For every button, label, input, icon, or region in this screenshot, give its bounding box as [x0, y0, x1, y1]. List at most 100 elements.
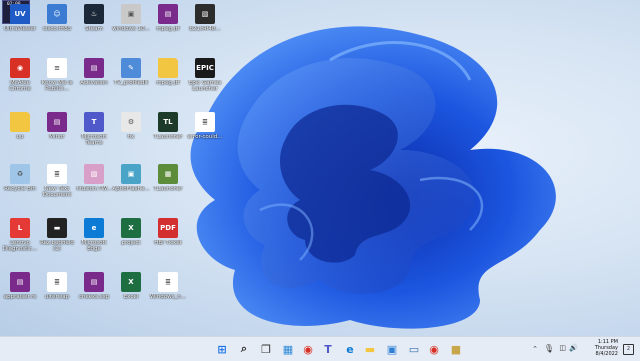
desktop-icon[interactable]: ▤ cheeks.ssp	[74, 272, 114, 300]
taskbar-chrome-button[interactable]: ◉	[300, 341, 316, 357]
desktop-icon[interactable]: ▤ mpeg-jtf	[148, 4, 188, 32]
taskbar-file-explorer-button[interactable]: ▬	[362, 341, 378, 357]
text-file-icon: ≣	[47, 164, 67, 184]
desktop-icon[interactable]: ≣ ulterwap	[37, 272, 77, 300]
desktop-icon[interactable]: ▧ nfusion.TW...	[74, 164, 114, 192]
desktop-icon[interactable]: ≣ Windows_n...	[148, 272, 188, 300]
taskbar-widgets-button[interactable]: ▦	[280, 341, 296, 357]
desktop-icon[interactable]: uu	[0, 112, 40, 140]
winrar-icon: ▤	[84, 58, 104, 78]
desktop-icon[interactable]: ▣ windows 10...	[111, 4, 151, 32]
desktop-icon[interactable]: ◉ McAfee Chrome	[0, 58, 40, 92]
desktop-icon[interactable]: L Lenovo Diagnostic...	[0, 218, 40, 252]
windows-icon: ⊞	[217, 342, 227, 356]
desktop-icon-label: cheeks.ssp	[78, 294, 110, 300]
desktop-icon[interactable]: T Microsoft Teams	[74, 112, 114, 146]
desktop-icon[interactable]: Xproject	[111, 218, 151, 246]
desktop: 02:08 UVUltraViewer☺cisco.fff83♨Steam▣wi…	[0, 0, 640, 336]
desktop-icon[interactable]: ✎ TV_profiledit	[111, 58, 151, 86]
desktop-icon-label: nfusion.TW...	[76, 186, 112, 192]
taskbar-search-button[interactable]: ⌕	[236, 341, 252, 357]
desktop-icon[interactable]: ▣ AptioFlashe...	[111, 164, 151, 192]
desktop-icon[interactable]: ▬ Rez.bedfield (1)	[37, 218, 77, 252]
folder-icon: ▬	[364, 342, 376, 356]
folder-icon	[158, 58, 178, 78]
desktop-icon-label: cisco.fff83	[42, 26, 72, 32]
desktop-icon[interactable]: ☺ cisco.fff83	[37, 4, 77, 32]
recycle-bin-icon: ♻	[10, 164, 30, 184]
winrar-icon: ▤	[10, 272, 30, 292]
desktop-icon-label: TLauncher	[153, 186, 183, 192]
desktop-icon-label: mpeg-jtf	[156, 26, 180, 32]
desktop-icon[interactable]: UV UltraViewer	[0, 4, 40, 32]
volume-icon[interactable]: 🔊	[569, 344, 578, 352]
desktop-icon-label: Microsoft Teams	[81, 134, 107, 146]
desktop-icon[interactable]: PDF HBI Ticket	[148, 218, 188, 246]
desktop-icon-label: fix	[127, 134, 135, 140]
desktop-icon[interactable]: EPIC Epic Games Launcher	[185, 58, 225, 92]
excel-icon: X	[121, 218, 141, 238]
desktop-icon-label: ulterwap	[44, 294, 70, 300]
desktop-icon-label: appraiser.rs	[3, 294, 37, 300]
tlauncher-icon: TL	[158, 112, 178, 132]
desktop-icon[interactable]: ≡ Know Me is PubliCi...	[37, 58, 77, 92]
taskbar-monitor-button[interactable]: ▭	[406, 341, 422, 357]
desktop-icon-label: Know Me is PubliCi...	[41, 80, 73, 92]
taskbar-store-button[interactable]: ▣	[384, 341, 400, 357]
desktop-icon-label: project	[121, 240, 141, 246]
chevron-up-icon[interactable]: ⌃	[532, 345, 538, 353]
desktop-icon-label: Steam	[85, 26, 103, 32]
monitor-icon: ▭	[408, 342, 420, 356]
desktop-icon-label: uu	[16, 134, 24, 140]
desktop-icon[interactable]: ≣ error-could...	[185, 112, 225, 140]
desktop-icon[interactable]: ♨ Steam	[74, 4, 114, 32]
desktop-icon-label: error-could...	[187, 134, 223, 140]
lenovo-icon: L	[10, 218, 30, 238]
image-file-icon: ▧	[195, 4, 215, 24]
desktop-icon[interactable]: mpeg-jtf	[148, 58, 188, 86]
clock[interactable]: 1:11 PM Thursday 8/4/2022	[595, 339, 618, 357]
desktop-icon[interactable]: ▤ Activation	[74, 58, 114, 86]
desktop-icon-label: windows 10...	[112, 26, 150, 32]
microphone-icon[interactable]: 🎙	[544, 344, 554, 353]
task-view-icon: ❐	[261, 342, 271, 356]
installer-icon: ▣	[121, 4, 141, 24]
edge-icon: e	[346, 342, 354, 356]
epic-games-icon: EPIC	[195, 58, 215, 78]
desktop-icon-label: b21c4f48...	[189, 26, 221, 32]
image-file-icon: ▧	[84, 164, 104, 184]
taskbar: ⊞ ⌕ ❐ ▦ ◉ Te ▬ ▣ ▭ ◉ ■ ⌃ 🎙 ◫ 🔊 1:11 PM Thursday 8/…	[0, 336, 640, 361]
desktop-icon-label: mpeg-jtf	[156, 80, 180, 86]
desktop-icon[interactable]: ♻ Recycle Bin	[0, 164, 40, 192]
desktop-icon[interactable]: TL TLauncher	[148, 112, 188, 140]
taskbar-chrome2-button[interactable]: ◉	[426, 341, 442, 357]
taskbar-task-view-button[interactable]: ❐	[258, 341, 274, 357]
chrome-icon: ◉	[10, 58, 30, 78]
desktop-icon[interactable]: ▤ Minor	[37, 112, 77, 140]
winrar-icon: ▤	[158, 4, 178, 24]
desktop-icon-label: TV_profiledit	[113, 80, 149, 86]
desktop-icon[interactable]: ▤ appraiser.rs	[0, 272, 40, 300]
taskbar-app-button[interactable]: ■	[448, 341, 464, 357]
notification-icon[interactable]: 2	[623, 344, 634, 355]
pdf-icon: PDF	[158, 218, 178, 238]
desktop-icon[interactable]: ▦ TLauncher	[148, 164, 188, 192]
desktop-icon[interactable]: e Microsoft Edge	[74, 218, 114, 252]
taskbar-teams-button[interactable]: T	[320, 341, 336, 357]
desktop-icon[interactable]: ⚙ fix	[111, 112, 151, 140]
taskbar-edge-button[interactable]: e	[342, 341, 358, 357]
taskbar-start-button[interactable]: ⊞	[214, 341, 230, 357]
chrome-icon: ◉	[303, 342, 313, 356]
installer-icon: ▣	[121, 164, 141, 184]
app-icon: ■	[450, 342, 462, 356]
winrar-icon: ▤	[84, 272, 104, 292]
network-icon[interactable]: ◫	[559, 344, 566, 352]
document-icon: ≡	[47, 58, 67, 78]
winrar-icon: ▤	[47, 112, 67, 132]
search-icon: ⌕	[240, 342, 248, 355]
desktop-icon[interactable]: ≣ New Text Document	[37, 164, 77, 198]
text-file-icon: ≣	[158, 272, 178, 292]
desktop-icon[interactable]: X Excel	[111, 272, 151, 300]
desktop-icon-label: TLauncher	[153, 134, 183, 140]
desktop-icon[interactable]: ▧ b21c4f48...	[185, 4, 225, 32]
